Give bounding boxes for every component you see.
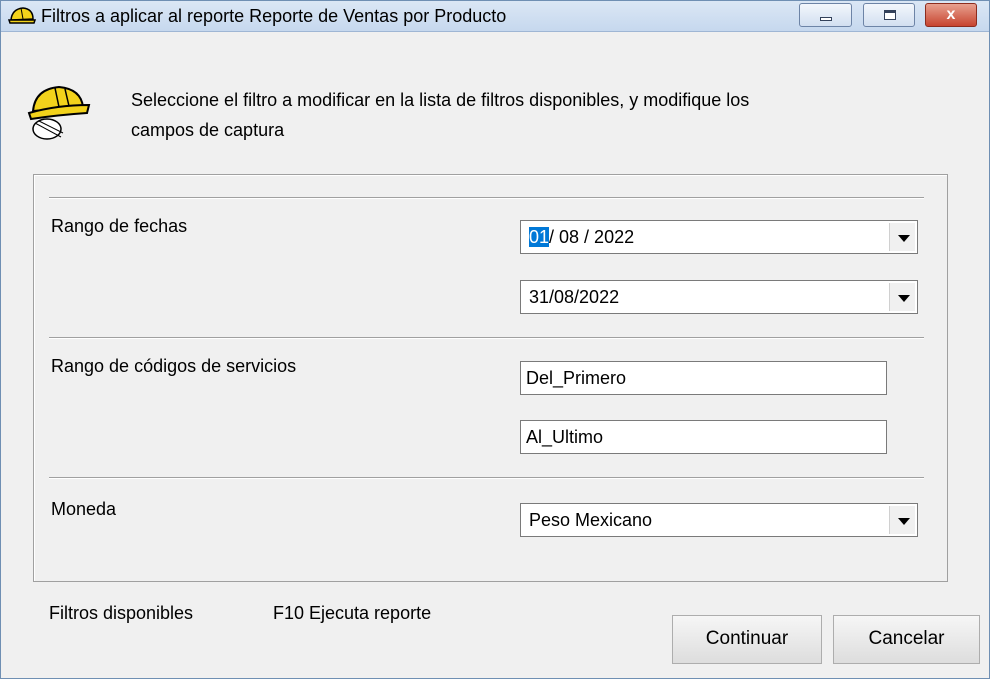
- available-filters-label: Filtros disponibles: [49, 603, 194, 623]
- instructions-line-1: Seleccione el filtro a modificar en la l…: [131, 90, 750, 110]
- date-to-dropdown-button[interactable]: [889, 283, 915, 311]
- maximize-icon: [884, 10, 896, 20]
- service-code-from-input[interactable]: Del_Primero: [520, 361, 887, 395]
- separator: [49, 337, 924, 339]
- date-from-month-year: / 08 / 2022: [549, 227, 635, 247]
- date-to-value: 31/08/2022: [529, 287, 620, 307]
- currency-dropdown-button[interactable]: [889, 506, 915, 534]
- minimize-button[interactable]: [799, 3, 852, 27]
- close-button[interactable]: x: [925, 3, 977, 27]
- continue-button[interactable]: Continuar: [672, 615, 822, 664]
- minimize-icon: [820, 17, 832, 21]
- instructions-line-2: campos de captura: [131, 120, 285, 140]
- currency-select[interactable]: Peso Mexicano: [520, 503, 918, 537]
- separator: [49, 477, 924, 479]
- close-icon: x: [946, 6, 956, 23]
- chevron-down-icon: [898, 235, 910, 242]
- maximize-button[interactable]: [863, 3, 915, 27]
- service-codes-label: Rango de códigos de servicios: [51, 356, 297, 376]
- date-from-picker[interactable]: 01/ 08 / 2022: [520, 220, 918, 254]
- chevron-down-icon: [898, 518, 910, 525]
- date-range-label: Rango de fechas: [51, 216, 188, 236]
- service-code-to-input[interactable]: Al_Ultimo: [520, 420, 887, 454]
- date-from-value: 01/ 08 / 2022: [529, 227, 634, 248]
- hardhat-scroll-icon: [27, 85, 91, 140]
- currency-label: Moneda: [51, 499, 117, 519]
- separator: [49, 197, 924, 199]
- cancel-button[interactable]: Cancelar: [833, 615, 980, 664]
- chevron-down-icon: [898, 295, 910, 302]
- title-bar[interactable]: Filtros a aplicar al reporte Reporte de …: [1, 1, 989, 32]
- date-to-picker[interactable]: 31/08/2022: [520, 280, 918, 314]
- currency-value: Peso Mexicano: [529, 510, 653, 530]
- report-filter-dialog: Filtros a aplicar al reporte Reporte de …: [0, 0, 990, 679]
- hardhat-icon: [7, 7, 37, 24]
- window-title: Filtros a aplicar al reporte Reporte de …: [41, 6, 507, 26]
- service-code-from-value: Del_Primero: [526, 368, 627, 388]
- instructions-text: Seleccione el filtro a modificar en la l…: [131, 85, 891, 145]
- service-code-to-value: Al_Ultimo: [526, 427, 604, 447]
- f10-hint: F10 Ejecuta reporte: [273, 603, 432, 623]
- date-from-dropdown-button[interactable]: [889, 223, 915, 251]
- date-from-day-segment[interactable]: 01: [529, 227, 550, 247]
